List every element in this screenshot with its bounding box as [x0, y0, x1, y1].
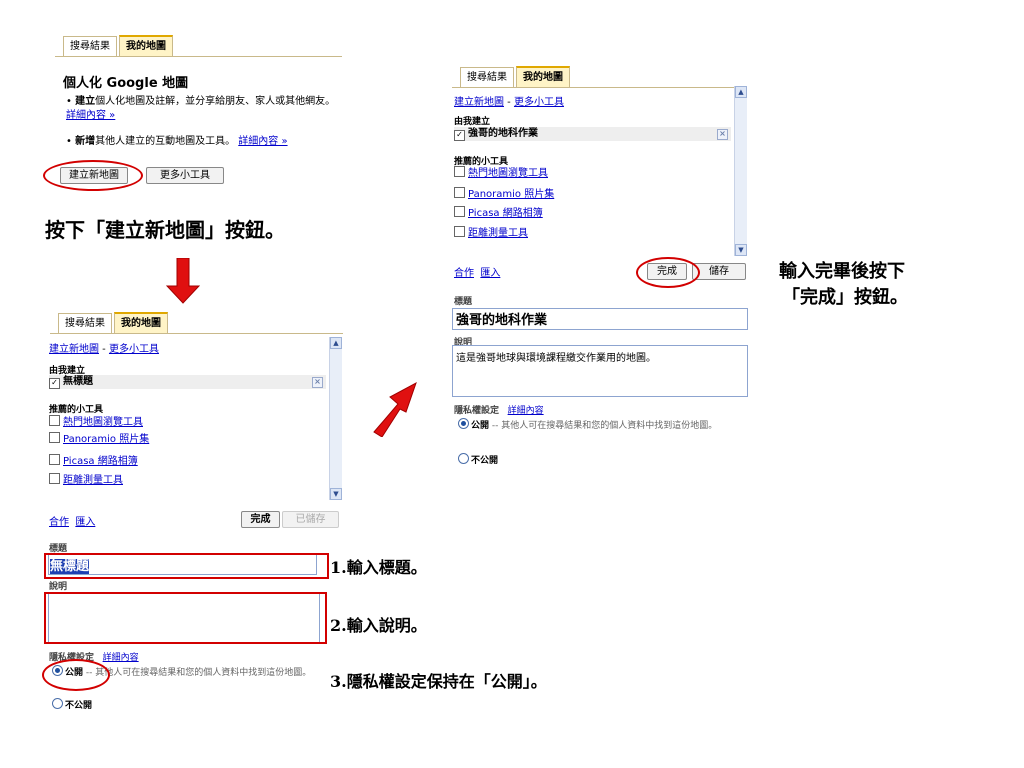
panel3-actions: 合作 匯入: [454, 264, 500, 279]
checkbox-icon[interactable]: ✓: [49, 378, 60, 389]
caption-done-line2: 「完成」按鈕。: [782, 287, 908, 308]
tool-item[interactable]: Picasa 網路相簿: [49, 454, 138, 468]
close-icon[interactable]: ×: [312, 377, 323, 388]
tool-item[interactable]: Panoramio 照片集: [49, 432, 149, 446]
tool-item[interactable]: Picasa 網路相簿: [454, 206, 543, 220]
checkbox-icon[interactable]: [49, 432, 60, 443]
scroll-up-icon[interactable]: ▲: [735, 86, 747, 98]
step-2: 2.輸入說明。: [330, 616, 427, 635]
done-button[interactable]: 完成: [241, 511, 280, 528]
tool-item[interactable]: 距離測量工具: [49, 473, 123, 487]
scroll-down-icon[interactable]: ▼: [735, 244, 747, 256]
import-link[interactable]: 匯入: [480, 268, 500, 279]
checkbox-icon[interactable]: [49, 415, 60, 426]
panel1-tabs: 搜尋結果 我的地圖: [55, 35, 342, 57]
description-textarea[interactable]: 這是強哥地球與環境課程繳交作業用的地圖。: [452, 345, 748, 397]
panel2-tabs: 搜尋結果 我的地圖: [50, 312, 343, 334]
tool-item[interactable]: 熱門地圖瀏覽工具: [454, 166, 548, 180]
details-link-2[interactable]: 詳細內容 »: [238, 136, 287, 147]
scroll-down-icon[interactable]: ▼: [330, 488, 342, 500]
details-link-1[interactable]: 詳細內容 »: [66, 110, 115, 121]
panel1-heading: 個人化 Google 地圖: [63, 76, 189, 91]
checkbox-icon[interactable]: [49, 473, 60, 484]
title-label: 標題: [454, 297, 473, 307]
create-button-highlight: [43, 160, 143, 191]
public-highlight: [42, 659, 110, 691]
tool-item[interactable]: 距離測量工具: [454, 226, 528, 240]
saved-button: 已儲存: [282, 511, 339, 528]
checkbox-icon[interactable]: [454, 226, 465, 237]
radio-public-icon[interactable]: [458, 418, 469, 429]
radio-private-icon[interactable]: [458, 453, 469, 464]
import-link[interactable]: 匯入: [75, 517, 95, 528]
checkbox-icon[interactable]: ✓: [454, 130, 465, 141]
collaborate-link[interactable]: 合作: [49, 517, 69, 528]
desc-label: 說明: [49, 582, 68, 592]
tool-item[interactable]: 熱門地圖瀏覽工具: [49, 415, 143, 429]
panel1-bullet2: • 新增其他人建立的互動地圖及工具。 詳細內容 »: [66, 136, 288, 147]
step-1: 1.輸入標題。: [330, 558, 427, 577]
collaborate-link[interactable]: 合作: [454, 268, 474, 279]
panel2-actions: 合作 匯入: [49, 513, 95, 528]
close-icon[interactable]: ×: [717, 129, 728, 140]
caption-done-line1: 輸入完畢後按下: [779, 261, 905, 282]
tab-search-results[interactable]: 搜尋結果: [460, 67, 514, 87]
scrollbar[interactable]: ▲ ▼: [734, 86, 747, 256]
panel3-tabs: 搜尋結果 我的地圖: [452, 66, 742, 88]
checkbox-icon[interactable]: [454, 187, 465, 198]
more-tools-button[interactable]: 更多小工具: [146, 167, 224, 184]
public-option[interactable]: 公開 -- 其他人可在搜尋結果和您的個人資料中找到這份地圖。: [458, 418, 728, 433]
radio-private-icon[interactable]: [52, 698, 63, 709]
save-button[interactable]: 儲存: [692, 263, 746, 280]
checkbox-icon[interactable]: [49, 454, 60, 465]
panel2-map-list: 由我建立 ✓ 無標題 × 推薦的小工具 熱門地圖瀏覽工具 Panoramio 照片…: [47, 335, 342, 500]
map-list-item[interactable]: ✓ 強哥的地科作業 ×: [454, 127, 731, 141]
title-input[interactable]: 強哥的地科作業: [452, 308, 748, 330]
privacy-details-link[interactable]: 詳細內容: [103, 653, 139, 663]
title-highlight: [44, 553, 329, 579]
tab-my-maps[interactable]: 我的地圖: [114, 312, 168, 333]
scrollbar[interactable]: ▲ ▼: [329, 337, 342, 500]
created-by-me-header: 由我建立: [454, 117, 491, 127]
recommended-header: 推薦的小工具: [49, 405, 104, 415]
checkbox-icon[interactable]: [454, 206, 465, 217]
tab-search-results[interactable]: 搜尋結果: [58, 313, 112, 333]
private-option[interactable]: 不公開: [52, 698, 92, 711]
tab-search-results[interactable]: 搜尋結果: [63, 36, 117, 56]
tool-item[interactable]: Panoramio 照片集: [454, 187, 554, 201]
privacy-details-link[interactable]: 詳細內容: [508, 406, 544, 416]
desc-highlight: [44, 592, 327, 644]
private-option[interactable]: 不公開: [458, 453, 498, 466]
privacy-row: 隱私權設定 詳細內容: [454, 406, 544, 416]
scroll-up-icon[interactable]: ▲: [330, 337, 342, 349]
diagonal-arrow: [373, 381, 417, 437]
panel1-bullet1: • 建立個人化地圖及註解，並分享給朋友、家人或其他網友。 詳細內容 »: [66, 96, 336, 121]
down-arrow: [166, 258, 200, 304]
done-highlight: [636, 257, 700, 288]
step-3: 3.隱私權設定保持在「公開」。: [330, 672, 547, 691]
tab-my-maps[interactable]: 我的地圖: [119, 35, 173, 56]
panel3-map-list: 由我建立 ✓ 強哥的地科作業 × 推薦的小工具 熱門地圖瀏覽工具 Panorami…: [452, 86, 747, 256]
tab-my-maps[interactable]: 我的地圖: [516, 66, 570, 87]
caption-create: 按下「建立新地圖」按鈕。: [45, 218, 285, 242]
map-list-item[interactable]: ✓ 無標題 ×: [49, 375, 326, 389]
checkbox-icon[interactable]: [454, 166, 465, 177]
